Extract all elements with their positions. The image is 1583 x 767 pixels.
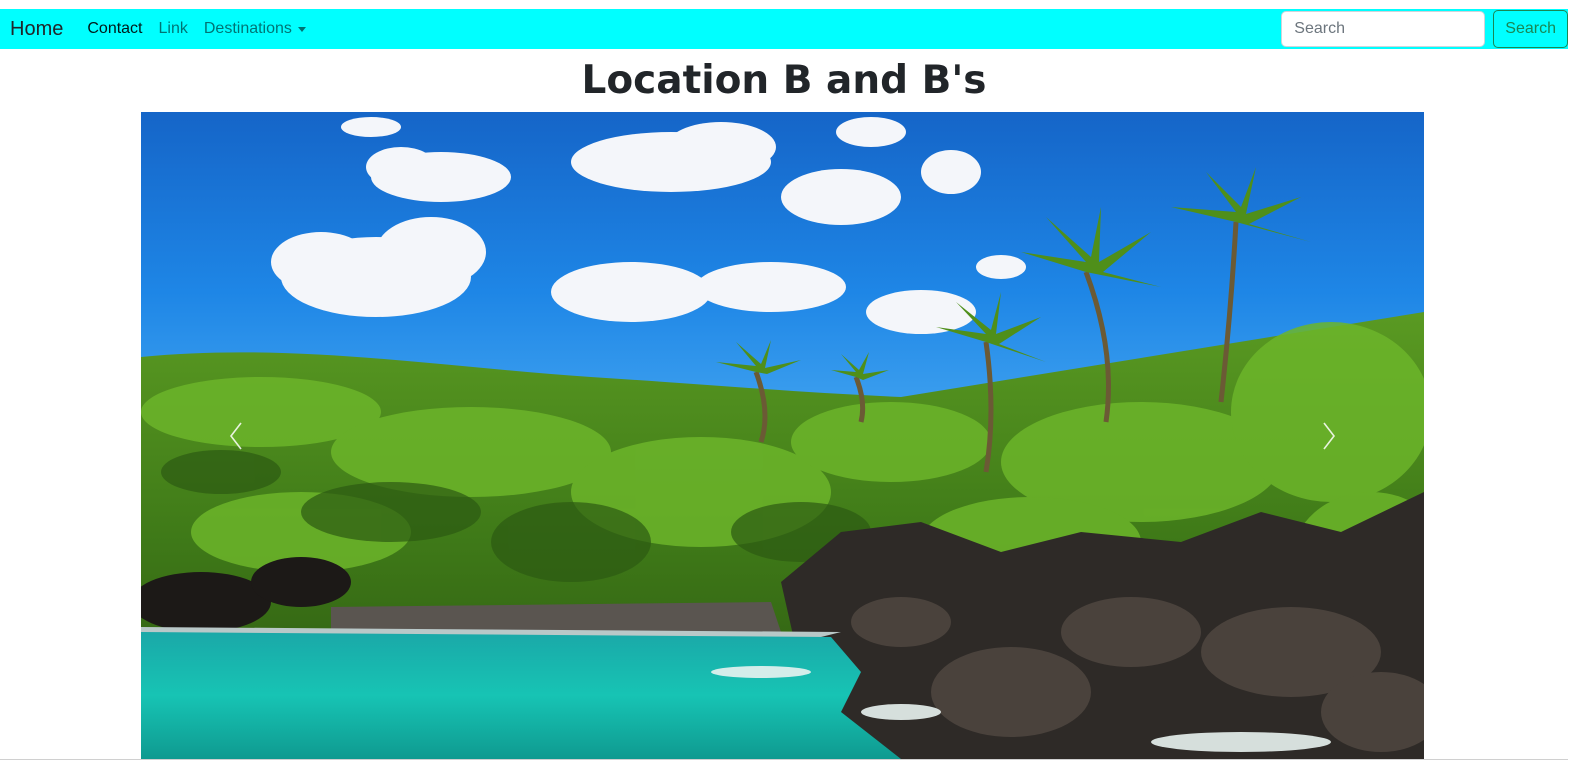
search-input[interactable] — [1281, 11, 1486, 47]
nav-link-contact[interactable]: Contact — [87, 20, 142, 38]
nav-dropdown-destinations[interactable]: Destinations — [204, 20, 306, 38]
chevron-left-icon — [229, 422, 242, 449]
navbar: Home Contact Link Destinations Search — [0, 9, 1568, 49]
caret-down-icon — [297, 26, 306, 32]
carousel-slide-image — [141, 112, 1424, 759]
search-button[interactable]: Search — [1493, 10, 1568, 48]
chevron-right-icon — [1323, 422, 1336, 449]
page-title: Location B and B's — [581, 58, 987, 103]
search-form: Search — [1281, 10, 1568, 48]
page: Home Contact Link Destinations Search Lo… — [0, 0, 1583, 767]
nav-links: Contact Link Destinations — [87, 20, 322, 38]
nav-link-link[interactable]: Link — [159, 20, 188, 38]
brand-home-link[interactable]: Home — [10, 18, 63, 41]
image-carousel — [141, 112, 1424, 759]
carousel-next-button[interactable] — [1234, 112, 1424, 759]
destinations-label: Destinations — [203, 20, 292, 37]
carousel-prev-button[interactable] — [141, 112, 331, 759]
page-bottom-divider — [0, 759, 1568, 760]
